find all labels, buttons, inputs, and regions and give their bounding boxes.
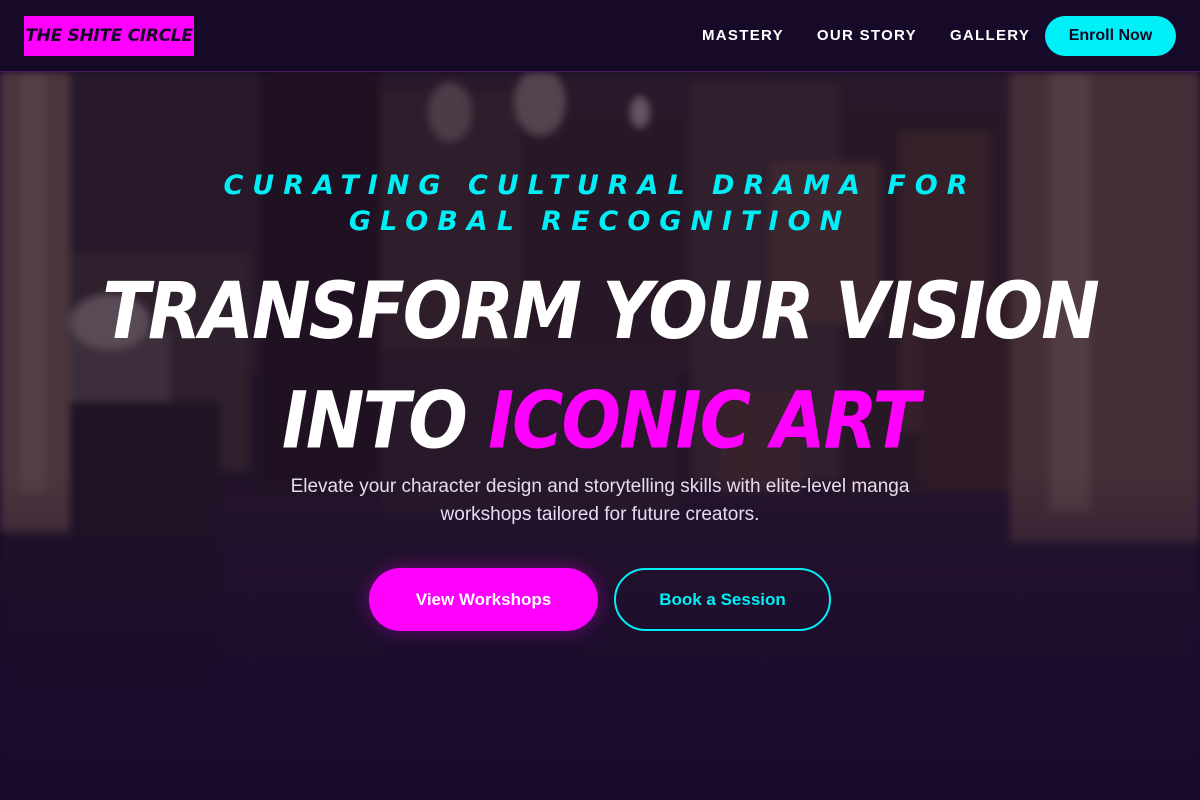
nav-links: MASTERY OUR STORY GALLERY <box>702 27 1030 45</box>
headline-line-1: TRANSFORM YOUR VISION <box>102 264 1100 357</box>
hero-section: CURATING CULTURAL DRAMA FOR GLOBAL RECOG… <box>0 72 1200 800</box>
landing-page: THE SHITE CIRCLE MASTERY OUR STORY GALLE… <box>0 0 1200 800</box>
headline-accent: ICONIC ART <box>488 374 920 467</box>
nav-link-mastery[interactable]: MASTERY <box>702 27 784 45</box>
view-workshops-button[interactable]: View Workshops <box>369 568 598 631</box>
book-session-button[interactable]: Book a Session <box>614 568 831 631</box>
headline-line-2-prefix: INTO <box>281 374 489 467</box>
brand-logo[interactable]: THE SHITE CIRCLE <box>24 16 194 56</box>
nav-link-gallery[interactable]: GALLERY <box>950 27 1030 45</box>
hero-headline: TRANSFORM YOUR VISION INTO ICONIC ART <box>100 256 1100 476</box>
nav-link-our-story[interactable]: OUR STORY <box>817 27 917 45</box>
hero-subtitle: Elevate your character design and storyt… <box>290 476 910 525</box>
hero-tagline: CURATING CULTURAL DRAMA FOR GLOBAL RECOG… <box>223 170 977 237</box>
enroll-now-button[interactable]: Enroll Now <box>1045 16 1176 56</box>
top-navbar: THE SHITE CIRCLE MASTERY OUR STORY GALLE… <box>0 0 1200 72</box>
